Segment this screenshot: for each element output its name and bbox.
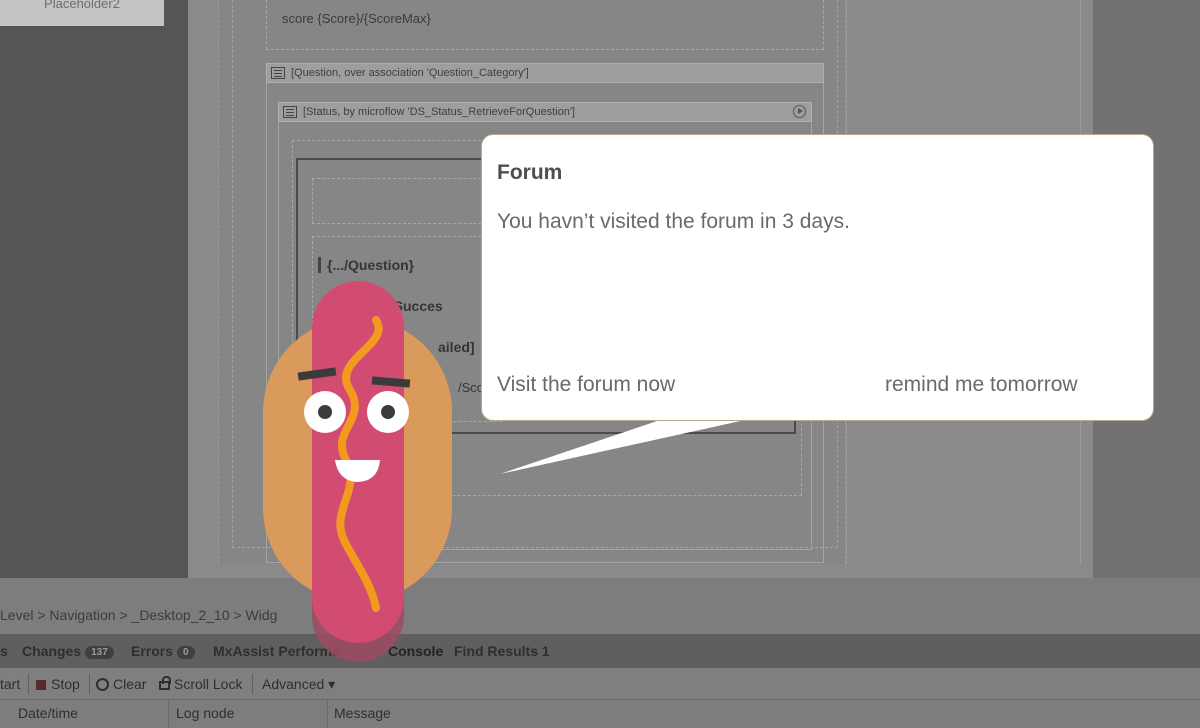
bubble-title: Forum — [497, 161, 563, 184]
tab-partial[interactable]: s — [0, 643, 8, 659]
question-row[interactable]: {.../Question} — [318, 257, 414, 273]
changes-count-badge: 137 — [85, 646, 114, 659]
tab-errors[interactable]: Errors 0 — [131, 643, 195, 659]
left-panel: Placeholder2 — [0, 0, 188, 578]
start-button[interactable]: tart — [0, 676, 20, 692]
clear-button[interactable]: Clear — [96, 676, 146, 692]
column-datetime[interactable]: Date/time — [18, 705, 78, 721]
breadcrumb[interactable]: Level > Navigation > _Desktop_2_10 > Wid… — [0, 578, 1200, 634]
toolbar-divider — [28, 674, 29, 694]
stop-icon — [36, 680, 46, 690]
success-row[interactable]: tionSucces — [362, 298, 443, 314]
dataview-icon — [283, 106, 297, 118]
run-icon[interactable] — [793, 105, 806, 118]
toolbar-divider — [89, 674, 90, 694]
question-dataview-header[interactable]: [Question, over association 'Question_Ca… — [266, 63, 824, 83]
clear-icon — [96, 678, 109, 691]
container-top — [312, 178, 502, 224]
tab-mxassist[interactable]: MxAssist Performa — [213, 643, 340, 659]
lock-icon — [159, 676, 171, 690]
visit-forum-button[interactable]: Visit the forum now — [497, 373, 675, 397]
column-lognode[interactable]: Log node — [176, 705, 234, 721]
bottom-tabs: s Changes 137 Errors 0 MxAssist Performa C… — [0, 634, 1200, 668]
column-message[interactable]: Message — [334, 705, 391, 721]
column-divider[interactable] — [327, 700, 328, 728]
failed-row[interactable]: ailed] — [432, 339, 475, 355]
tab-find-results[interactable]: Find Results 1 — [454, 643, 550, 659]
tab-changes[interactable]: Changes 137 — [22, 643, 114, 659]
stop-button[interactable]: Stop — [36, 676, 80, 692]
placeholder-button[interactable]: Placeholder2 — [0, 0, 164, 26]
remind-tomorrow-button[interactable]: remind me tomorrow — [885, 373, 1078, 397]
log-column-header: Date/time Log node Message — [0, 700, 1200, 728]
forum-reminder-bubble: Forum You havn’t visited the forum in 3 … — [481, 134, 1154, 421]
advanced-dropdown[interactable]: Advanced ▾ — [262, 676, 335, 693]
tab-console[interactable]: Console — [388, 643, 443, 659]
dataview-icon — [271, 67, 285, 79]
toolbar-divider — [252, 674, 253, 694]
scroll-lock-button[interactable]: Scroll Lock — [159, 676, 242, 692]
errors-count-badge: 0 — [177, 646, 195, 659]
console-toolbar: tart Stop Clear Scroll Lock Advanced ▾ — [0, 668, 1200, 700]
status-dataview-header[interactable]: [Status, by microflow 'DS_Status_Retriev… — [278, 102, 812, 122]
column-divider[interactable] — [168, 700, 169, 728]
score-text: score {Score}/{ScoreMax} — [282, 11, 431, 26]
score-row[interactable]: /Sco — [452, 380, 484, 395]
bubble-message: You havn’t visited the forum in 3 days. — [497, 210, 850, 233]
